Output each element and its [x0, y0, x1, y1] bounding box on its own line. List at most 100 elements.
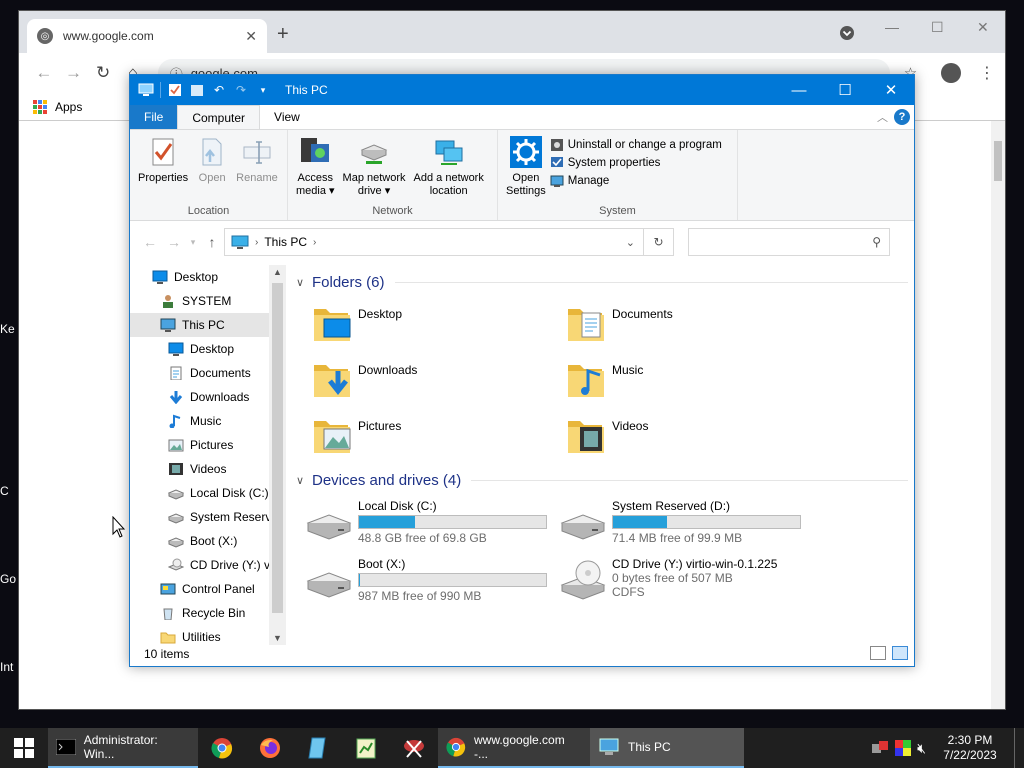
nav-item[interactable]: Recycle Bin: [130, 601, 286, 625]
forward-arrow-icon[interactable]: →: [162, 234, 186, 250]
chrome-scrollbar[interactable]: [991, 121, 1005, 709]
forward-arrow-icon[interactable]: →: [59, 63, 89, 83]
drives-section-header[interactable]: ∨ Devices and drives (4): [296, 469, 908, 491]
new-folder-icon[interactable]: [189, 82, 205, 98]
cd-drive-icon: [560, 560, 606, 600]
details-view-icon[interactable]: [870, 646, 886, 660]
folder-item[interactable]: Downloads: [312, 359, 566, 403]
large-icons-view-icon[interactable]: [892, 646, 908, 660]
nav-item[interactable]: Desktop: [130, 265, 286, 289]
start-button[interactable]: [0, 728, 48, 768]
folder-item[interactable]: Videos: [566, 415, 820, 459]
minimize-button[interactable]: —: [776, 75, 822, 105]
nav-item[interactable]: Pictures: [130, 433, 286, 457]
taskbar-cmd[interactable]: Administrator: Win...: [48, 728, 198, 768]
properties-check-icon[interactable]: [167, 82, 183, 98]
drive-item[interactable]: CD Drive (Y:) virtio-win-0.1.225 0 bytes …: [560, 557, 814, 605]
back-arrow-icon[interactable]: ←: [138, 234, 162, 250]
folder-downloads-icon: [314, 365, 350, 397]
drive-name: System Reserved (D:): [612, 499, 731, 513]
undo-icon[interactable]: ↶: [211, 82, 227, 98]
tab-computer[interactable]: Computer: [177, 105, 261, 129]
content-pane: ∨ Folders (6) Desktop Documents Downloads M…: [296, 271, 908, 645]
tab-search-chevron-icon[interactable]: [839, 25, 855, 44]
new-tab-plus-icon[interactable]: +: [277, 23, 289, 46]
nav-item[interactable]: System Reserved (D:): [130, 505, 286, 529]
back-arrow-icon[interactable]: ←: [29, 63, 59, 83]
close-button[interactable]: ✕: [868, 75, 914, 105]
system-properties-button[interactable]: System properties: [550, 156, 722, 170]
volume-muted-icon[interactable]: 🔇︎: [917, 740, 926, 757]
taskbar-explorer-window[interactable]: This PC: [590, 728, 744, 768]
search-input[interactable]: ⚲: [688, 228, 890, 256]
nav-item[interactable]: Documents: [130, 361, 286, 385]
taskbar-firefox-pinned[interactable]: [246, 728, 294, 768]
desktop-icon: [152, 270, 168, 284]
menu-dots-icon[interactable]: ⋮: [979, 63, 995, 83]
nav-item[interactable]: Downloads: [130, 385, 286, 409]
refresh-button[interactable]: ↻: [644, 228, 674, 256]
color-display-icon[interactable]: [895, 740, 912, 756]
redo-icon[interactable]: ↷: [233, 82, 249, 98]
up-arrow-icon[interactable]: ↑: [200, 234, 224, 250]
taskbar-chrome-window[interactable]: www.google.com -...: [438, 728, 590, 768]
close-window-icon[interactable]: ✕: [977, 19, 989, 36]
folder-item[interactable]: Desktop: [312, 303, 566, 347]
drive-item[interactable]: Boot (X:) 987 MB free of 990 MB: [306, 557, 560, 605]
maximize-icon[interactable]: ☐: [931, 19, 944, 36]
drive-item[interactable]: Local Disk (C:) 48.8 GB free of 69.8 GB: [306, 499, 560, 547]
folders-section-header[interactable]: ∨ Folders (6): [296, 271, 908, 293]
desktop-icon-label[interactable]: C: [0, 484, 20, 498]
nav-item[interactable]: SYSTEM: [130, 289, 286, 313]
nav-item[interactable]: This PC: [130, 313, 286, 337]
recent-chevron-icon[interactable]: ▾: [186, 237, 200, 248]
address-dropdown-chevron-icon[interactable]: ⌄: [626, 236, 635, 249]
taskbar-snipping-pinned[interactable]: [390, 728, 438, 768]
drive-name: Boot (X:): [358, 557, 406, 571]
clock[interactable]: 2:30 PM 7/22/2023: [932, 733, 1008, 763]
folder-item[interactable]: Pictures: [312, 415, 566, 459]
chrome-tab[interactable]: ◎ www.google.com ✕: [27, 19, 267, 53]
address-bar[interactable]: › This PC › ⌄: [224, 228, 644, 256]
tab-view[interactable]: View: [260, 105, 314, 129]
tab-file[interactable]: File: [130, 105, 178, 129]
minimize-icon[interactable]: —: [885, 19, 899, 35]
scroll-up-icon[interactable]: ▲: [273, 267, 282, 277]
desktop-icon-label[interactable]: Go: [0, 572, 20, 586]
breadcrumb-this-pc[interactable]: This PC: [264, 235, 307, 249]
close-icon[interactable]: ✕: [245, 28, 257, 45]
folder-item[interactable]: Music: [566, 359, 820, 403]
taskbar-chrome-pinned[interactable]: [198, 728, 246, 768]
taskbar-editor-pinned[interactable]: [342, 728, 390, 768]
nav-item[interactable]: Music: [130, 409, 286, 433]
chrome-icon: [446, 737, 466, 757]
nav-item[interactable]: CD Drive (Y:) virtio-win-0.1.225: [130, 553, 286, 577]
taskbar-app-pinned[interactable]: [294, 728, 342, 768]
drive-free-space: 987 MB free of 990 MB: [358, 589, 482, 603]
chart-editor-icon: [356, 738, 376, 759]
downloads-icon: [169, 391, 183, 404]
nav-item[interactable]: Local Disk (C:): [130, 481, 286, 505]
help-icon[interactable]: ?: [894, 109, 910, 125]
drive-item[interactable]: System Reserved (D:) 71.4 MB free of 99.9…: [560, 499, 814, 547]
nav-scrollbar[interactable]: ▲ ▼: [269, 265, 286, 645]
customize-qat-chevron-icon[interactable]: ▾: [255, 82, 271, 98]
desktop-icon: [168, 342, 184, 356]
nav-item[interactable]: Videos: [130, 457, 286, 481]
manage-button[interactable]: Manage: [550, 174, 722, 188]
nav-item[interactable]: Desktop: [130, 337, 286, 361]
maximize-button[interactable]: ☐: [822, 75, 868, 105]
uninstall-program-button[interactable]: Uninstall or change a program: [550, 138, 722, 152]
show-desktop-button[interactable]: [1014, 728, 1020, 768]
nav-item[interactable]: Control Panel: [130, 577, 286, 601]
explorer-pc-icon: [599, 738, 619, 755]
nav-item[interactable]: Boot (X:): [130, 529, 286, 553]
desktop-icon-label[interactable]: Ke: [0, 322, 20, 336]
collapse-ribbon-chevron-icon[interactable]: ︿: [877, 109, 888, 125]
apps-bookmark[interactable]: Apps: [55, 100, 82, 114]
reload-icon[interactable]: ↻: [88, 63, 118, 83]
profile-icon[interactable]: [941, 63, 961, 83]
desktop-icon-label[interactable]: Int: [0, 660, 20, 674]
network-admin-icon[interactable]: [871, 740, 889, 756]
folder-item[interactable]: Documents: [566, 303, 820, 347]
